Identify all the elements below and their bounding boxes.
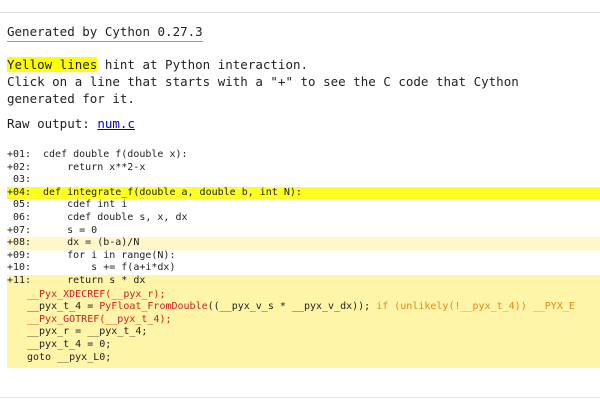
line-code: s += f(a+i*dx) [37, 262, 176, 274]
line-number: +01: [7, 149, 32, 160]
code-line-08[interactable]: +08: dx = (b-a)/N [7, 237, 600, 250]
c-line: __pyx_t_4 = 0; [27, 339, 600, 352]
c-code-text: __pyx_t_4 = [27, 301, 100, 313]
c-code-text: __Pyx_XDECREF(__pyx_r); [27, 288, 166, 300]
generated-by-header: Generated by Cython 0.27.3 [7, 24, 203, 42]
raw-output-link[interactable]: num.c [97, 116, 135, 131]
line-number: +11: [7, 274, 32, 286]
line-number: +08: [7, 237, 32, 249]
line-code: dx = (b-a)/N [37, 237, 140, 249]
code-line-01[interactable]: +01: cdef double f(double x): [7, 149, 600, 162]
c-line: goto __pyx_L0; [27, 352, 600, 365]
code-line-09[interactable]: +09: for i in range(N): [7, 249, 600, 263]
line-number: +10: [7, 262, 32, 274]
c-code-text: __pyx_t_4 = 0; [27, 338, 112, 350]
generated-c-code: __Pyx_XDECREF(__pyx_r); __pyx_t_4 = PyFl… [7, 287, 600, 369]
line-code: return x**2-x [37, 161, 146, 173]
hint-text: Yellow lines hint at Python interaction.… [7, 56, 519, 107]
c-function-call: PyFloat_FromDouble [99, 301, 208, 313]
code-line-10[interactable]: +10: s += f(a+i*dx) [7, 262, 600, 275]
line-code: cdef int i [37, 199, 128, 211]
hint-line-1-rest: hint at Python interaction. [97, 57, 309, 72]
line-code: return s * dx [37, 274, 146, 286]
yellow-lines-highlight: Yellow lines [7, 57, 98, 72]
code-line-06: 06: cdef double s, x, dx [7, 211, 600, 225]
line-number: +04: [7, 186, 32, 198]
line-code: def integrate_f(double a, double b, int … [37, 186, 302, 198]
hint-line-3: generated for it. [7, 91, 135, 106]
c-line: __Pyx_XDECREF(__pyx_r); [27, 289, 600, 302]
line-number: 03: [7, 174, 32, 186]
line-code: cdef double s, x, dx [37, 211, 188, 223]
code-line-07[interactable]: +07: s = 0 [7, 224, 600, 238]
code-line-03: 03: [7, 174, 600, 187]
code-line-05: 05: cdef int i [7, 199, 600, 212]
c-code-text: __Pyx_GOTREF(__pyx_t_4); [27, 313, 172, 325]
code-listing: +01: cdef double f(double x): +02: retur… [7, 149, 600, 369]
c-code-text: ((__pyx_v_s * __pyx_v_dx)); [207, 301, 377, 313]
code-line-04[interactable]: +04: def integrate_f(double a, double b,… [7, 186, 600, 200]
c-code-text: goto __pyx_L0; [27, 351, 112, 363]
line-number: 06: [7, 211, 32, 223]
c-line: __pyx_t_4 = PyFloat_FromDouble((__pyx_v_… [27, 301, 600, 314]
line-number: +09: [7, 249, 32, 261]
raw-output: Raw output: num.c [7, 116, 135, 131]
hint-line-1: Yellow lines hint at Python interaction. [7, 56, 519, 73]
line-code: cdef double f(double x): [37, 149, 188, 160]
c-error-check: if (unlikely(!__pyx_t_4)) __PYX_E [376, 301, 575, 313]
line-number: 05: [7, 199, 32, 211]
c-code-text: __pyx_r = __pyx_t_4; [27, 326, 148, 338]
hint-line-2: Click on a line that starts with a "+" t… [7, 74, 519, 89]
c-line: __pyx_r = __pyx_t_4; [27, 326, 600, 339]
code-line-02[interactable]: +02: return x**2-x [7, 161, 600, 175]
line-number: +07: [7, 224, 32, 236]
raw-output-label: Raw output: [7, 116, 98, 131]
line-code: s = 0 [37, 224, 98, 236]
c-line: __Pyx_GOTREF(__pyx_t_4); [27, 314, 600, 327]
code-line-11[interactable]: +11: return s * dx [7, 274, 600, 288]
line-number: +02: [7, 161, 32, 173]
line-code: for i in range(N): [37, 249, 176, 261]
